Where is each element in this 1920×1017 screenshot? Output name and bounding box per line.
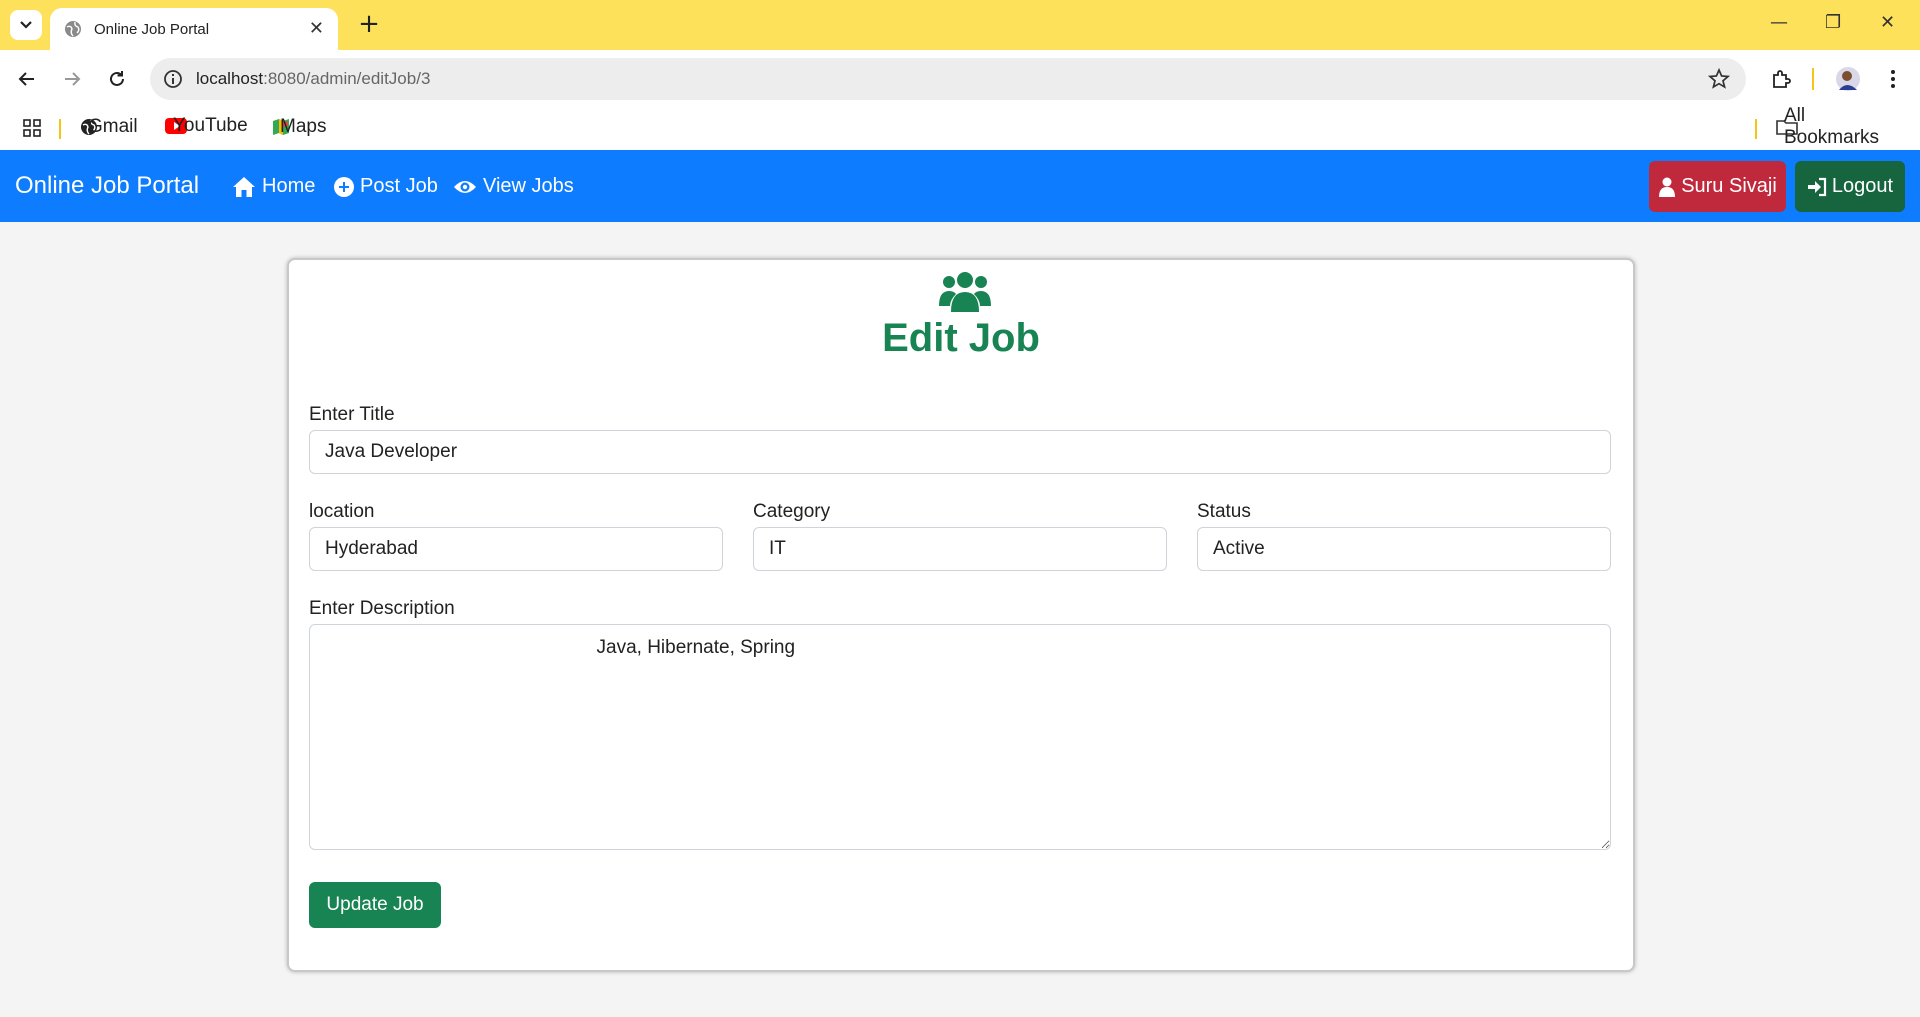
page-title: Edit Job [882,316,1040,360]
toolbar-divider [1812,68,1814,90]
close-window-button[interactable]: ✕ [1880,12,1895,33]
puzzle-icon [1773,70,1791,88]
minimize-button[interactable]: — [1770,12,1788,33]
nav-home-label: Home [262,175,316,197]
url-path: :8080/admin/editJob/3 [263,69,431,88]
info-icon[interactable] [162,68,184,90]
tab-title: Online Job Portal [94,20,210,38]
back-button[interactable] [12,64,42,94]
bookmarks-divider [59,119,61,139]
bookmarks-bar: Gmail YouTube Maps All Bookmarks [0,105,1920,150]
category-label: Category [753,501,831,522]
nav-post-job-label: Post Job [360,175,438,197]
avatar-icon [1836,67,1860,91]
title-label: Enter Title [309,404,395,425]
extensions-button[interactable] [1766,64,1796,94]
arrow-right-icon [65,72,81,86]
kebab-menu-icon [1891,70,1895,88]
all-bookmarks-button[interactable]: All Bookmarks [1776,105,1879,148]
bookmark-youtube[interactable]: YouTube [165,115,248,136]
status-input[interactable] [1197,527,1611,571]
logout-label: Logout [1831,175,1894,197]
home-icon [233,176,255,197]
status-label: Status [1197,501,1251,522]
title-input[interactable] [309,430,1611,474]
edit-job-card: Edit Job Enter Title location Category S… [287,258,1635,972]
location-input[interactable] [309,527,723,571]
nav-view-jobs[interactable]: View Jobs [453,175,574,198]
brand-link[interactable]: Online Job Portal [15,172,199,200]
eye-icon [454,180,476,193]
users-icon [939,272,991,312]
bookmark-label: YouTube [173,115,248,136]
tab-search-button[interactable] [10,10,42,40]
description-textarea[interactable]: Java, Hibernate, Spring [309,624,1611,850]
restore-button[interactable]: ❐ [1825,12,1841,33]
update-job-button[interactable]: Update Job [309,882,441,928]
chevron-down-icon [20,21,32,29]
bookmark-label: Maps [280,116,327,137]
sign-in-icon [1807,177,1827,196]
all-bookmarks-label: All Bookmarks [1784,105,1880,148]
address-bar[interactable]: localhost:8080/admin/editJob/3 [150,58,1746,100]
apps-button[interactable] [22,118,42,138]
star-icon[interactable] [1708,68,1730,90]
apps-grid-icon [23,119,41,137]
reload-button[interactable] [102,64,132,94]
user-profile-button[interactable]: Suru Sivaji [1649,161,1786,212]
user-icon [1659,177,1676,197]
bookmark-label: Gmail [88,116,138,137]
browser-menu-button[interactable] [1878,64,1908,94]
browser-tab[interactable]: Online Job Portal ✕ [50,8,338,50]
location-label: location [309,501,375,522]
plus-circle-icon [334,176,354,197]
bookmarks-divider [1755,119,1757,139]
browser-tab-bar: Online Job Portal ✕ + — ❐ ✕ [0,0,1920,50]
nav-post-job[interactable]: Post Job [334,175,438,198]
logout-button[interactable]: Logout [1795,161,1905,212]
user-name: Suru Sivaji [1681,175,1777,197]
arrow-left-icon [18,72,34,86]
app-navbar: Online Job Portal Home Post Job View Job… [0,150,1920,222]
reload-icon [110,71,124,86]
bookmark-maps[interactable]: Maps [272,116,326,137]
new-tab-button[interactable]: + [354,10,384,38]
url-text: localhost:8080/admin/editJob/3 [196,69,430,89]
nav-home[interactable]: Home [232,175,315,198]
bookmark-gmail[interactable]: Gmail [80,116,138,137]
globe-icon [65,21,81,37]
forward-button[interactable] [57,64,87,94]
description-label: Enter Description [309,598,455,619]
tab-close-icon[interactable]: ✕ [309,18,324,39]
nav-view-jobs-label: View Jobs [483,175,574,197]
category-input[interactable] [753,527,1167,571]
url-host: localhost [196,69,264,88]
profile-avatar[interactable] [1833,64,1863,94]
browser-toolbar: localhost:8080/admin/editJob/3 [0,50,1920,108]
